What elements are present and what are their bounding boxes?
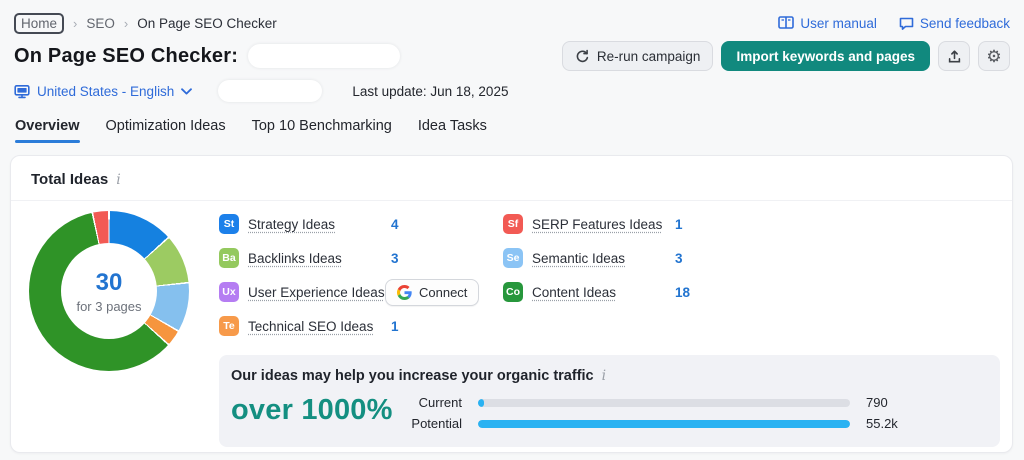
breadcrumb: Home › SEO › On Page SEO Checker [14, 13, 277, 34]
traffic-bars: Current 790 Potential 55.2k [401, 392, 986, 434]
total-ideas-card: Total Ideas i 30 for 3 pages St Strategy … [10, 155, 1013, 453]
info-icon[interactable]: i [116, 172, 120, 188]
idea-badge-sf: Sf [503, 214, 523, 234]
tab-bar: Overview Optimization Ideas Top 10 Benchma… [0, 118, 1024, 143]
redacted-campaign-name [248, 44, 400, 68]
export-button[interactable] [938, 41, 970, 71]
user-manual-link[interactable]: User manual [778, 16, 877, 31]
idea-link-strategy-ideas[interactable]: Strategy Ideas [248, 217, 335, 232]
idea-link-content-ideas[interactable]: Content Ideas [532, 285, 616, 300]
settings-button[interactable]: ⚙ [978, 41, 1010, 71]
ideas-column-1: St Strategy Ideas 4 Ba Backlinks Ideas 3 Ux Use… [219, 207, 503, 343]
breadcrumb-home[interactable]: Home [14, 13, 64, 34]
card-title: Total Ideas [31, 171, 108, 188]
redacted-domain [218, 80, 322, 102]
idea-row-strategy-ideas: St Strategy Ideas 4 [219, 207, 503, 241]
traffic-label-potential: Potential [401, 416, 462, 431]
info-icon[interactable]: i [602, 368, 606, 384]
breadcrumb-seo[interactable]: SEO [86, 16, 115, 31]
idea-count-semantic-ideas: 3 [675, 251, 683, 266]
book-icon [778, 16, 794, 30]
import-keywords-button[interactable]: Import keywords and pages [721, 41, 930, 71]
idea-badge-co: Co [503, 282, 523, 302]
idea-row-backlinks-ideas: Ba Backlinks Ideas 3 [219, 241, 503, 275]
tab-overview[interactable]: Overview [15, 118, 80, 143]
idea-badge-ux: Ux [219, 282, 239, 302]
locale-selector[interactable]: United States - English [14, 84, 192, 99]
monitor-icon [14, 84, 30, 99]
user-manual-label: User manual [800, 16, 877, 31]
idea-link-user-experience-ideas[interactable]: User Experience Ideas [248, 285, 385, 300]
traffic-value-potential: 55.2k [866, 416, 916, 431]
idea-link-semantic-ideas[interactable]: Semantic Ideas [532, 251, 625, 266]
idea-count-content-ideas: 18 [675, 285, 690, 300]
idea-badge-se: Se [503, 248, 523, 268]
tab-optimization-ideas[interactable]: Optimization Ideas [106, 118, 226, 143]
donut-center: 30 for 3 pages [61, 243, 157, 339]
breadcrumb-separator-icon: › [124, 16, 128, 31]
breadcrumb-separator-icon: › [73, 16, 77, 31]
google-icon [397, 285, 412, 300]
traffic-bar-track[interactable] [478, 420, 850, 428]
idea-link-backlinks-ideas[interactable]: Backlinks Ideas [248, 251, 342, 266]
traffic-value-current: 790 [866, 395, 916, 410]
refresh-icon [575, 49, 590, 64]
idea-count-serp-features-ideas: 1 [675, 217, 683, 232]
connect-google-button[interactable]: Connect [385, 279, 479, 306]
idea-count-backlinks-ideas: 3 [391, 251, 399, 266]
idea-row-user-experience-ideas: Ux User Experience Ideas Connect [219, 275, 503, 309]
idea-count-strategy-ideas: 4 [391, 217, 399, 232]
ideas-donut-chart: 30 for 3 pages [29, 211, 189, 371]
gear-icon: ⚙ [986, 48, 1001, 65]
traffic-row-potential: Potential 55.2k [401, 413, 916, 434]
rerun-campaign-button[interactable]: Re-run campaign [562, 41, 714, 71]
rerun-campaign-label: Re-run campaign [597, 49, 701, 64]
idea-row-semantic-ideas: Se Semantic Ideas 3 [503, 241, 690, 275]
send-feedback-label: Send feedback [920, 16, 1010, 31]
traffic-bar-fill [478, 399, 484, 407]
traffic-increase-highlight: over 1000% [231, 394, 401, 434]
traffic-label-current: Current [401, 395, 462, 410]
upload-icon [947, 49, 962, 64]
chevron-down-icon [181, 88, 192, 95]
idea-link-serp-features-ideas[interactable]: SERP Features Ideas [532, 217, 662, 232]
send-feedback-link[interactable]: Send feedback [899, 16, 1010, 31]
locale-label: United States - English [37, 84, 174, 99]
page-header: Home › SEO › On Page SEO Checker User ma… [0, 0, 1024, 102]
idea-row-content-ideas: Co Content Ideas 18 [503, 275, 690, 309]
organic-traffic-panel: Our ideas may help you increase your org… [219, 355, 1000, 447]
tab-idea-tasks[interactable]: Idea Tasks [418, 118, 487, 143]
ideas-list: St Strategy Ideas 4 Ba Backlinks Ideas 3 Ux Use… [219, 207, 1006, 343]
idea-row-technical-seo-ideas: Te Technical SEO Ideas 1 [219, 309, 503, 343]
breadcrumb-current-page: On Page SEO Checker [137, 16, 277, 31]
toolbar: Re-run campaign Import keywords and page… [562, 41, 1010, 71]
idea-row-serp-features-ideas: Sf SERP Features Ideas 1 [503, 207, 690, 241]
total-ideas-caption: for 3 pages [76, 299, 141, 314]
page-title: On Page SEO Checker: [14, 45, 238, 68]
total-ideas-count: 30 [96, 269, 123, 297]
idea-badge-ba: Ba [219, 248, 239, 268]
traffic-panel-title: Our ideas may help you increase your org… [231, 368, 594, 384]
import-keywords-label: Import keywords and pages [736, 49, 915, 64]
tab-top-10-benchmarking[interactable]: Top 10 Benchmarking [252, 118, 392, 143]
idea-badge-st: St [219, 214, 239, 234]
idea-link-technical-seo-ideas[interactable]: Technical SEO Ideas [248, 319, 373, 334]
connect-label: Connect [419, 285, 467, 300]
chat-bubble-icon [899, 16, 914, 30]
traffic-bar-track[interactable] [478, 399, 850, 407]
idea-count-technical-seo-ideas: 1 [391, 319, 399, 334]
idea-badge-te: Te [219, 316, 239, 336]
traffic-row-current: Current 790 [401, 392, 916, 413]
traffic-bar-fill [478, 420, 850, 428]
last-update-label: Last update: Jun 18, 2025 [352, 84, 508, 99]
ideas-column-2: Sf SERP Features Ideas 1 Se Semantic Ideas 3 C… [503, 207, 690, 343]
